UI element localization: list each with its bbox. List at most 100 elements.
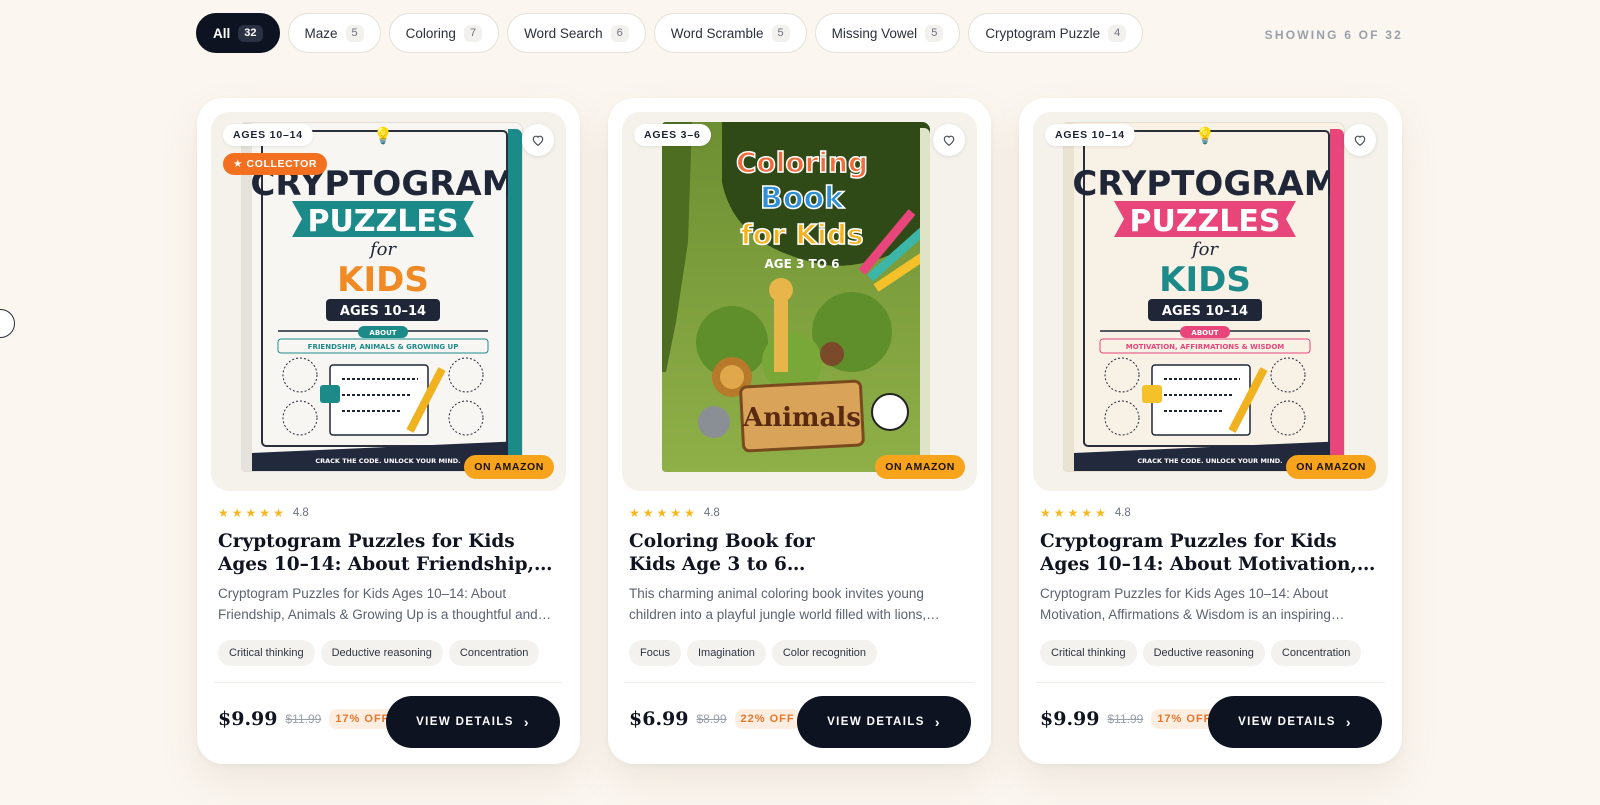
filter-count: 5 [925, 24, 944, 42]
filter-count: 5 [345, 24, 364, 42]
product-title[interactable]: Cryptogram Puzzles for Kids Ages 10–14: … [1040, 530, 1380, 576]
product-title[interactable]: Cryptogram Puzzles for Kids Ages 10–14: … [218, 530, 558, 576]
cover-line2: PUZZLES [307, 204, 458, 239]
cover-about: ABOUT [1191, 329, 1218, 337]
star-icon: ★ [1040, 506, 1051, 520]
filter-chip-cryptogram-puzzle[interactable]: Cryptogram Puzzle 4 [968, 13, 1144, 53]
filter-count: 7 [463, 24, 483, 42]
price: $9.99 [218, 708, 278, 730]
rating-value: 4.8 [703, 507, 720, 519]
view-details-button[interactable]: VIEW DETAILS › [386, 696, 560, 748]
star-icon: ★ [1053, 506, 1065, 520]
skill-tags: Critical thinking Deductive reasoning Co… [1040, 640, 1362, 666]
filter-label: Maze [304, 25, 338, 41]
cover-subject: MOTIVATION, AFFIRMATIONS & WISDOM [1126, 343, 1285, 351]
cover-footer: CRACK THE CODE. UNLOCK YOUR MIND. [1137, 457, 1282, 465]
cover-line3: for [368, 239, 397, 260]
price: $6.99 [629, 708, 689, 730]
side-scroll-handle[interactable] [0, 309, 15, 338]
filter-label: Word Search [524, 25, 603, 41]
original-price: $11.99 [285, 712, 322, 726]
age-badge: AGES 10–14 [223, 124, 313, 146]
filter-count: 4 [1108, 24, 1127, 42]
results-count: SHOWING 6 OF 32 [1264, 28, 1403, 42]
product-description: Cryptogram Puzzles for Kids Ages 10–14: … [1040, 586, 1331, 622]
star-icon: ★ [642, 506, 654, 520]
product-card: Coloring Book for Kids AGE 3 TO 6 Animal… [608, 98, 991, 764]
view-details-button[interactable]: VIEW DETAILS › [797, 696, 971, 748]
filter-count: 6 [610, 24, 629, 42]
skill-tag: Critical thinking [218, 640, 315, 666]
skill-tags: Critical thinking Deductive reasoning Co… [218, 640, 540, 666]
filter-count: 32 [238, 24, 263, 42]
original-price: $8.99 [696, 712, 727, 726]
cover-line1: CRYPTOGRAM [1072, 164, 1337, 204]
price-row: $6.99 $8.99 22% OFF [629, 708, 801, 730]
filter-chip-word-search[interactable]: Word Search 6 [507, 13, 646, 53]
filter-label: Word Scramble [670, 25, 764, 41]
price-row: $9.99 $11.99 17% OFF [218, 708, 396, 730]
cryptogram-cover-art: 💡 CRYPTOGRAM PUZZLES for KIDS AGES 10–14… [1064, 123, 1344, 471]
filter-chip-all[interactable]: All 32 [196, 13, 280, 53]
star-icon: ★ [1095, 506, 1106, 520]
favorite-button[interactable] [933, 124, 965, 156]
rating-value: 4.8 [1114, 507, 1131, 519]
button-label: VIEW DETAILS [416, 716, 514, 728]
filter-chip-coloring[interactable]: Coloring 7 [388, 13, 500, 53]
discount-badge: 22% OFF [734, 709, 801, 729]
favorite-button[interactable] [1344, 124, 1376, 156]
collector-badge: ★ COLLECTOR [223, 153, 328, 175]
product-description: This charming animal coloring book invit… [629, 586, 927, 622]
skill-tag: Concentration [448, 640, 540, 666]
star-icon: ★ [670, 506, 682, 520]
filter-label: Cryptogram Puzzle [985, 25, 1101, 41]
product-card: 💡 CRYPTOGRAM PUZZLES for KIDS AGES 10–14… [197, 98, 580, 764]
heart-icon [1354, 135, 1366, 146]
filter-label: Missing Vowel [831, 25, 918, 41]
product-card: 💡 CRYPTOGRAM PUZZLES for KIDS AGES 10–14… [1019, 98, 1402, 764]
filter-chip-word-scramble[interactable]: Word Scramble 5 [653, 13, 807, 53]
star-icon: ★ [1067, 506, 1079, 520]
rating-value: 4.8 [292, 507, 309, 519]
heart-icon [532, 135, 544, 146]
favorite-button[interactable] [522, 124, 554, 156]
product-description: Cryptogram Puzzles for Kids Ages 10–14: … [218, 586, 538, 622]
star-icon: ★ [245, 506, 257, 520]
category-filter-bar: All 32 Maze 5 Coloring 7 Word Search 6 W… [196, 13, 1144, 53]
cover-line2: PUZZLES [1129, 204, 1280, 239]
cover-ages: AGES 10–14 [1162, 304, 1248, 319]
filter-chip-maze[interactable]: Maze 5 [287, 13, 381, 53]
filter-chip-missing-vowel[interactable]: Missing Vowel 5 [814, 13, 961, 53]
cryptogram-cover-art: 💡 CRYPTOGRAM PUZZLES for KIDS AGES 10–14… [242, 123, 522, 471]
chevron-right-icon: › [934, 714, 941, 730]
rating: ★ ★ ★ ★ ★ 4.8 [1040, 507, 1131, 519]
product-cover[interactable]: 💡 CRYPTOGRAM PUZZLES for KIDS AGES 10–14… [211, 112, 566, 491]
divider [214, 682, 563, 683]
star-icon: ★ [273, 506, 284, 520]
product-title[interactable]: Coloring Book for Kids Age 3 to 6 Animal… [629, 530, 849, 576]
age-badge: AGES 3–6 [634, 124, 711, 146]
svg-text:💡: 💡 [1195, 126, 1215, 145]
product-cover[interactable]: 💡 CRYPTOGRAM PUZZLES for KIDS AGES 10–14… [1033, 112, 1388, 491]
star-icon: ★ [656, 506, 668, 520]
view-details-button[interactable]: VIEW DETAILS › [1208, 696, 1382, 748]
skill-tag: Deductive reasoning [320, 640, 443, 666]
book-cover-image: Coloring Book for Kids AGE 3 TO 6 Animal… [662, 122, 930, 472]
cover-line4: KIDS [1159, 260, 1251, 300]
cover-title-3: for Kids [741, 218, 864, 251]
filter-label: All [213, 25, 231, 41]
rating: ★ ★ ★ ★ ★ 4.8 [629, 507, 720, 519]
cover-footer: CRACK THE CODE. UNLOCK YOUR MIND. [315, 457, 460, 465]
filter-label: Coloring [405, 25, 456, 41]
book-cover-image: 💡 CRYPTOGRAM PUZZLES for KIDS AGES 10–14… [1063, 122, 1345, 472]
star-icon: ★ [629, 506, 640, 520]
original-price: $11.99 [1107, 712, 1144, 726]
cover-about: ABOUT [369, 329, 396, 337]
age-badge: AGES 10–14 [1045, 124, 1135, 146]
skill-tag: Color recognition [771, 640, 877, 666]
chevron-right-icon: › [1345, 714, 1352, 730]
divider [625, 682, 974, 683]
coloring-book-cover-art: Coloring Book for Kids AGE 3 TO 6 Animal… [662, 122, 930, 472]
amazon-badge: ON AMAZON [1286, 455, 1376, 479]
product-cover[interactable]: Coloring Book for Kids AGE 3 TO 6 Animal… [622, 112, 977, 491]
